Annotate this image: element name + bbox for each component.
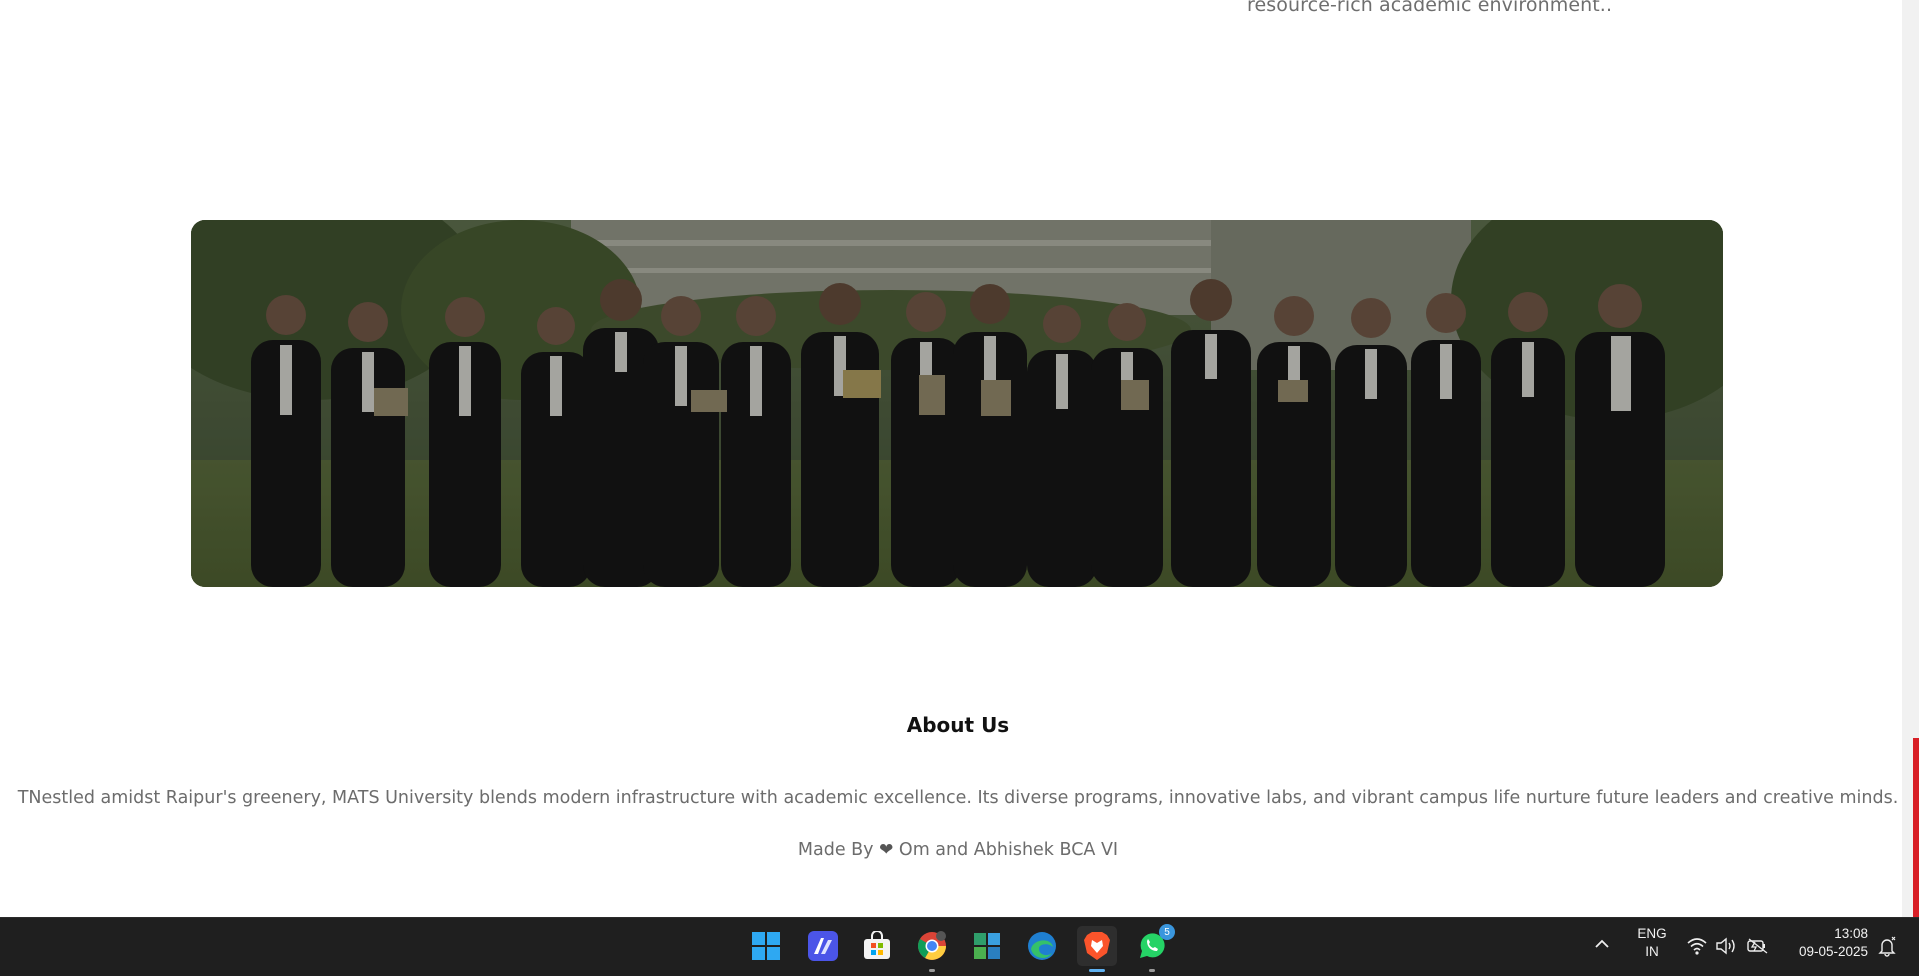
heart-icon: ❤ (879, 840, 894, 860)
wifi-icon[interactable] (1686, 936, 1708, 956)
campus-group-photo (191, 220, 1723, 587)
whatsapp-icon[interactable]: 5 (1132, 924, 1175, 972)
show-hidden-icons-chevron-icon[interactable] (1592, 934, 1612, 954)
whatsapp-unread-badge: 5 (1159, 924, 1175, 940)
clock-time: 13:08 (1834, 926, 1868, 941)
volume-icon[interactable] (1715, 936, 1737, 956)
input-language-indicator[interactable]: ENG IN (1630, 925, 1674, 961)
notification-bell-icon[interactable] (1876, 935, 1898, 957)
microsoft-store-icon[interactable] (857, 926, 897, 966)
about-us-text: TNestled amidst Raipur's greenery, MATS … (17, 788, 1899, 808)
chrome-running-indicator (929, 969, 935, 972)
whatsapp-running-indicator (1149, 969, 1155, 972)
group-photo-illustration (191, 220, 1723, 587)
widgets-app-icon[interactable] (967, 926, 1007, 966)
made-by-prefix: Made By (797, 840, 874, 860)
web-page: resource-rich academic environment.. Abo… (0, 0, 1902, 917)
edge-icon[interactable] (1022, 926, 1062, 966)
battery-saver-icon[interactable] (1747, 936, 1769, 956)
start-icon[interactable] (746, 926, 786, 966)
made-by-authors: Om and Abhishek BCA VI (898, 840, 1119, 860)
clock-date: 09-05-2025 (1798, 944, 1868, 959)
previous-section-text: resource-rich academic environment.. (1247, 0, 1613, 16)
page-scrollbar-thumb[interactable] (1913, 738, 1919, 917)
language-code: ENG (1637, 926, 1667, 941)
system-clock[interactable]: 13:08 09-05-2025 (1784, 925, 1868, 961)
maps-app-icon[interactable] (803, 926, 843, 966)
region-code: IN (1645, 944, 1659, 959)
brave-active-indicator (1089, 969, 1105, 972)
chrome-icon[interactable] (912, 926, 952, 972)
about-us-heading: About Us (906, 713, 1010, 737)
brave-icon[interactable] (1077, 926, 1117, 972)
made-by-credit: Made By ❤ Om and Abhishek BCA VI (0, 840, 1902, 860)
